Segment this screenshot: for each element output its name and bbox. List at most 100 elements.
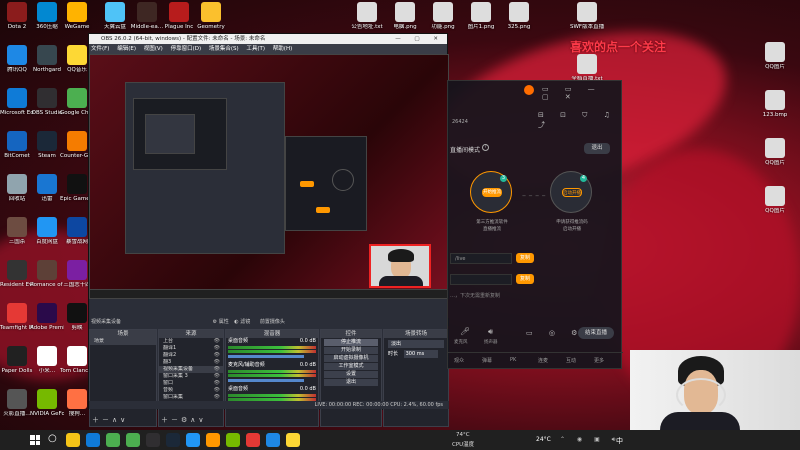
- desktop-app[interactable]: BitComet: [0, 131, 34, 160]
- taskbar-app-icon[interactable]: [66, 433, 80, 447]
- desktop-app[interactable]: 火影直播…: [0, 389, 34, 418]
- footer-tab[interactable]: 更多: [594, 357, 604, 364]
- start-push-circle[interactable]: 3 开始推流: [470, 171, 512, 213]
- start-recording-button[interactable]: 开始录制: [324, 347, 378, 354]
- desktop-app[interactable]: NVIDIA GeForce: [30, 389, 64, 418]
- search-icon[interactable]: ○: [48, 433, 57, 444]
- exit-button[interactable]: 退出: [324, 379, 378, 386]
- taskbar-app-icon[interactable]: [146, 433, 160, 447]
- settings-button[interactable]: 设置: [324, 371, 378, 378]
- desktop-app[interactable]: Plague Inc: [162, 2, 196, 31]
- desktop-app[interactable]: Northgard: [30, 45, 64, 74]
- scenes-dock-buttons[interactable]: ＋－∧∨: [92, 415, 128, 425]
- desktop-app[interactable]: Resident Evil Village: [0, 260, 34, 289]
- virtual-camera-button[interactable]: 启动虚拟摄像机: [324, 355, 378, 362]
- volume-slider[interactable]: [228, 379, 304, 382]
- desktop-app[interactable]: 迅雷: [30, 174, 64, 203]
- desktop-file[interactable]: 全档直播.txt: [570, 54, 604, 83]
- desktop-app[interactable]: 360压缩: [30, 2, 64, 31]
- source-item[interactable]: 窗口 👁︎: [159, 380, 223, 387]
- filter-icon[interactable]: ◐: [234, 319, 238, 325]
- properties-button[interactable]: 属性: [219, 319, 229, 325]
- desktop-app[interactable]: Teamfight Manager: [0, 303, 34, 332]
- transition-select[interactable]: 淡出: [388, 340, 444, 348]
- source-item[interactable]: 窗口采集 3 👁︎: [159, 373, 223, 380]
- filters-button[interactable]: 滤镜: [240, 319, 250, 325]
- taskbar-app-icon[interactable]: [86, 433, 100, 447]
- stream-app-window[interactable]: ▭ ▭ — ▢ ✕ ⊟ ⊡ ⛉ ♫ ⤴ 26424 直播间模式 ? 退出 3 开…: [447, 80, 623, 369]
- menu-tools[interactable]: 工具(T): [246, 46, 265, 52]
- menu-edit[interactable]: 编辑(E): [117, 46, 136, 52]
- desktop-file[interactable]: 123.bmp: [758, 90, 792, 119]
- menu-scene-collection[interactable]: 场景集合(S): [209, 46, 239, 52]
- eye-icon[interactable]: 👁︎: [214, 352, 220, 359]
- gear-icon[interactable]: ⚙: [213, 319, 217, 325]
- mode-info-icon[interactable]: ?: [482, 144, 489, 151]
- source-item[interactable]: 翻3 👁︎: [159, 359, 223, 366]
- eye-icon[interactable]: 👁︎: [214, 387, 220, 394]
- obs-preview[interactable]: [89, 54, 449, 299]
- desktop-file[interactable]: 电脑.png: [388, 2, 422, 31]
- desktop-file[interactable]: 图片1.png: [464, 2, 498, 31]
- menu-docks[interactable]: 停靠窗口(D): [171, 46, 202, 52]
- eye-icon[interactable]: 👁︎: [214, 345, 220, 352]
- stop-streaming-button[interactable]: 停止推流: [324, 339, 378, 346]
- source-item[interactable]: 上台 👁︎: [159, 338, 223, 345]
- eye-icon[interactable]: 👁︎: [214, 373, 220, 380]
- mic-icon[interactable]: 🎤︎: [460, 327, 470, 336]
- desktop-app[interactable]: 回收站: [0, 174, 34, 203]
- eye-icon[interactable]: 👁︎: [214, 359, 220, 366]
- duration-input[interactable]: 300 ms: [403, 350, 438, 358]
- ime-indicator[interactable]: 中: [616, 436, 623, 446]
- taskbar-app-icon[interactable]: [286, 433, 300, 447]
- desktop-file[interactable]: 公告地址.txt: [350, 2, 384, 31]
- exit-mode-button[interactable]: 退出: [584, 143, 610, 154]
- desktop-file[interactable]: 功能.png: [426, 2, 460, 31]
- go-live-circle[interactable]: 4 启动开播: [550, 171, 592, 213]
- desktop-app[interactable]: OBS Studio: [30, 88, 64, 117]
- window-controls[interactable]: — ▢ ✕: [395, 34, 444, 44]
- taskbar-app-icon[interactable]: [226, 433, 240, 447]
- desktop-app[interactable]: Microsoft Edge: [0, 88, 34, 117]
- source-item[interactable]: 窗口采集 👁︎: [159, 394, 223, 401]
- eye-icon[interactable]: 👁︎: [214, 338, 220, 345]
- taskbar-app-icon[interactable]: [126, 433, 140, 447]
- desktop-app[interactable]: Romance of the Three: [30, 260, 64, 289]
- desktop-file[interactable]: QQ图片: [758, 186, 792, 215]
- eye-icon[interactable]: 👁︎: [214, 366, 220, 373]
- bottom-tool-icons[interactable]: ▭ ◎ ⚙: [526, 329, 584, 337]
- menu-view[interactable]: 视图(V): [144, 46, 163, 52]
- studio-mode-button[interactable]: 工作室模式: [324, 363, 378, 370]
- stream-key-field[interactable]: [450, 274, 512, 285]
- footer-tab[interactable]: 观众: [454, 357, 464, 364]
- taskbar-app-icon[interactable]: [106, 433, 120, 447]
- eye-icon[interactable]: 👁︎: [214, 394, 220, 401]
- start-push-button[interactable]: 开始推流: [482, 188, 502, 197]
- desktop-app[interactable]: Geometry: [194, 2, 228, 31]
- scene-item[interactable]: 场景: [90, 338, 156, 345]
- desktop-app[interactable]: WeGame: [60, 2, 94, 31]
- obs-window[interactable]: OBS 26.0.2 (64-bit, windows) - 配置文件: 未命名…: [88, 33, 449, 427]
- copy-url-button[interactable]: 复制: [516, 253, 534, 263]
- footer-tab[interactable]: 连麦: [538, 357, 548, 364]
- footer-tab[interactable]: 弹幕: [482, 357, 492, 364]
- desktop-app[interactable]: Adobe Premiere: [30, 303, 64, 332]
- server-url-field[interactable]: /live: [450, 253, 512, 264]
- desktop-app[interactable]: Dota 2: [0, 2, 34, 31]
- volume-slider[interactable]: [228, 355, 304, 358]
- titlebar-icons[interactable]: ▭ ▭ — ▢ ✕: [542, 85, 621, 101]
- source-item[interactable]: 翻译1 👁︎: [159, 345, 223, 352]
- desktop-file[interactable]: QQ图片: [758, 42, 792, 71]
- speaker-icon[interactable]: 🔊︎: [488, 327, 493, 337]
- desktop-app[interactable]: Steam: [30, 131, 64, 160]
- device-selector[interactable]: 前置摄像头: [260, 319, 285, 325]
- desktop-app[interactable]: 小米…: [30, 346, 64, 375]
- start-icon[interactable]: [30, 435, 40, 445]
- desktop-app[interactable]: 百度网盘: [30, 217, 64, 246]
- source-item[interactable]: 翻译2 👁︎: [159, 352, 223, 359]
- end-live-button[interactable]: 结束直播: [578, 327, 614, 339]
- desktop-app[interactable]: 天翼云盘: [98, 2, 132, 31]
- obs-titlebar[interactable]: OBS 26.0.2 (64-bit, windows) - 配置文件: 未命名…: [89, 34, 447, 44]
- taskbar-app-icon[interactable]: [166, 433, 180, 447]
- taskbar-app-icon[interactable]: [186, 433, 200, 447]
